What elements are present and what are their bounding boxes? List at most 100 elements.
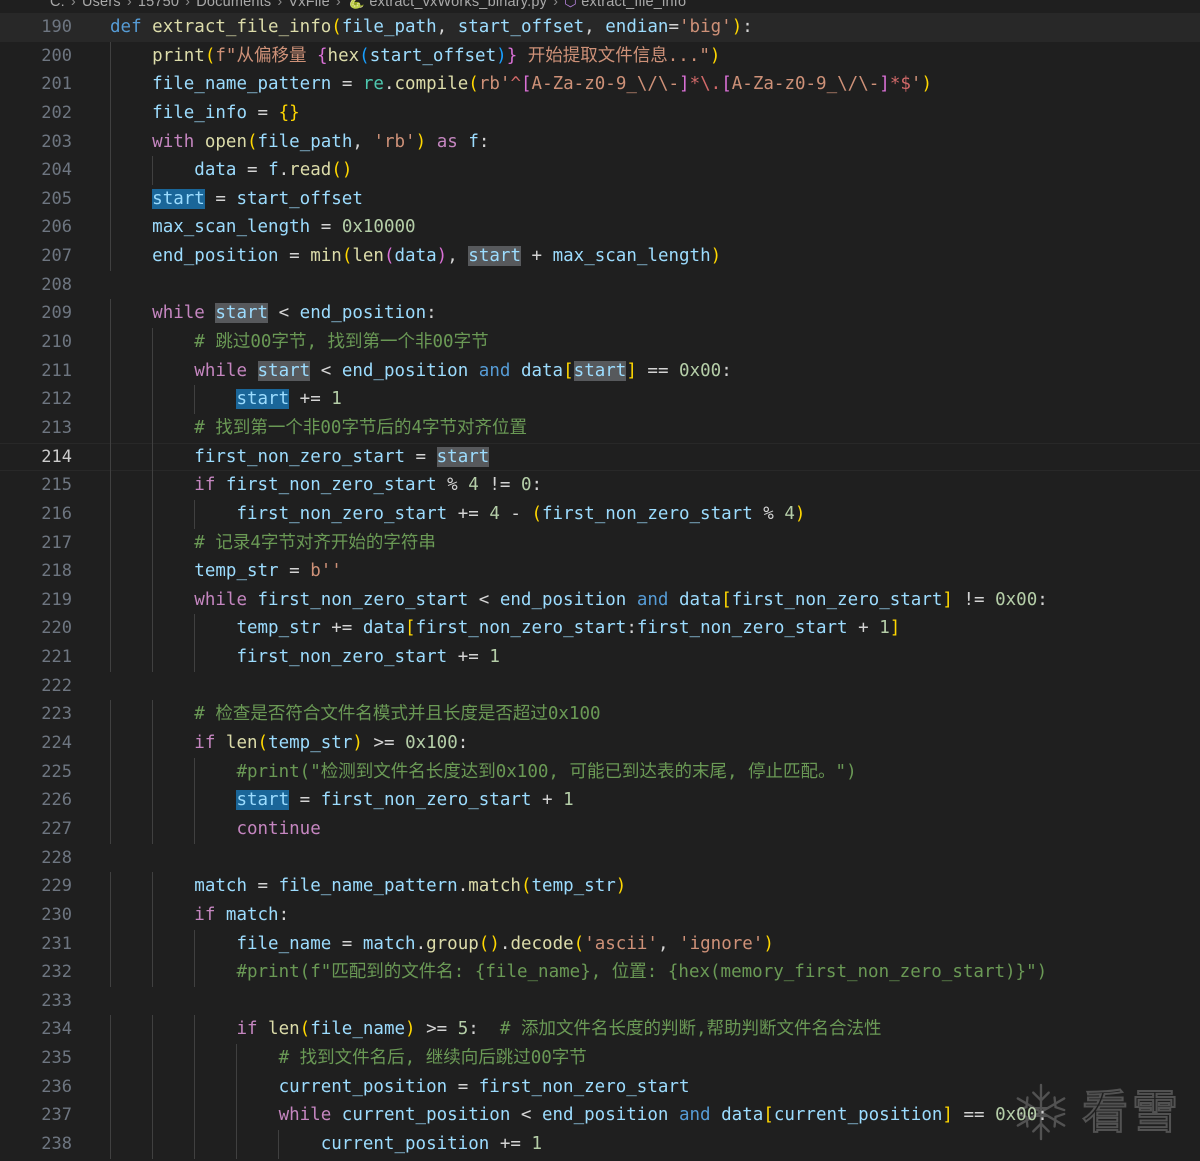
code-text: with open(file_path, 'rb') as f: xyxy=(110,128,489,157)
code-token: = xyxy=(278,246,311,267)
line-number: 221 xyxy=(41,647,72,668)
code-token: . xyxy=(457,876,469,897)
code-token: re xyxy=(362,74,384,95)
code-line[interactable]: 204 data = f.read() xyxy=(0,156,1200,185)
code-line[interactable]: 231 file_name = match.group().decode('as… xyxy=(0,929,1200,959)
code-token: : xyxy=(1037,589,1048,610)
code-token: ( xyxy=(341,246,353,267)
code-token: while xyxy=(152,303,216,324)
code-line[interactable]: 201 file_name_pattern = re.compile(rb'^[… xyxy=(0,70,1200,99)
breadcrumb-item[interactable]: Documents xyxy=(196,0,271,10)
code-line[interactable]: 216 first_non_zero_start += 4 - (first_n… xyxy=(0,499,1200,529)
line-number: 233 xyxy=(41,990,72,1011)
code-line[interactable]: 219 while first_non_zero_start < end_pos… xyxy=(0,585,1200,615)
code-line[interactable]: 227 continue xyxy=(0,814,1200,844)
line-number: 207 xyxy=(41,246,72,267)
code-line[interactable]: 207 end_position = min(len(data), start … xyxy=(0,242,1200,271)
code-token: ( xyxy=(247,131,258,152)
code-line[interactable]: 229 match = file_name_pattern.match(temp… xyxy=(0,872,1200,901)
breadcrumb-item[interactable]: extract_vxWorks_binary.py xyxy=(369,0,547,10)
code-line[interactable]: 202 file_info = {} xyxy=(0,98,1200,128)
breadcrumb-item[interactable]: extract_file_info xyxy=(581,0,686,10)
breadcrumb-item[interactable]: C: xyxy=(50,0,65,10)
code-token: A-Za-z0-9_\/\- xyxy=(531,74,680,95)
line-number: 225 xyxy=(41,761,72,782)
code-line[interactable]: 206 max_scan_length = 0x10000 xyxy=(0,213,1200,243)
code-line[interactable]: 225 #print("检测到文件名长度达到0x100, 可能已到达表的末尾, … xyxy=(0,757,1200,787)
code-token: first_non_zero_start xyxy=(257,589,469,610)
code-line[interactable]: 228 xyxy=(0,844,1200,873)
code-token: ) xyxy=(763,933,774,954)
code-token: start_offset xyxy=(457,17,585,37)
code-token: group xyxy=(426,933,479,954)
breadcrumb[interactable]: C: › Users › 15750 › Documents › VxFile › 🐍 extrac… xyxy=(0,0,1200,13)
line-number: 213 xyxy=(41,417,72,438)
code-line[interactable]: 214 first_non_zero_start = start xyxy=(0,442,1200,472)
line-number: 201 xyxy=(41,74,72,95)
code-token: ( xyxy=(468,74,479,95)
code-token: += xyxy=(447,647,490,668)
code-token: ) xyxy=(436,246,448,267)
code-token: 1 xyxy=(563,790,574,811)
code-line[interactable]: 190 def extract_file_info(file_path, star… xyxy=(0,13,1200,42)
code-line[interactable]: 209 while start < end_position: xyxy=(0,299,1200,329)
code-token: = xyxy=(668,17,680,37)
code-line[interactable]: 233 xyxy=(0,987,1200,1016)
line-number: 215 xyxy=(41,475,72,496)
code-line[interactable]: 236 current_position = first_non_zero_st… xyxy=(0,1072,1200,1102)
code-token: file_name_pattern xyxy=(278,876,458,897)
code-token: [ xyxy=(563,360,574,381)
code-token: ] xyxy=(889,618,901,639)
code-line[interactable]: 211 while start < end_position and data[… xyxy=(0,356,1200,386)
code-line[interactable]: 238 current_position += 1 xyxy=(0,1129,1200,1159)
code-token: temp_str xyxy=(194,561,279,582)
code-line[interactable]: 218 temp_str = b'' xyxy=(0,557,1200,586)
breadcrumb-separator: › xyxy=(553,0,559,10)
line-number: 204 xyxy=(41,160,72,181)
code-text: # 记录4字节对齐开始的字符串 xyxy=(110,529,436,558)
code-text: # 检查是否符合文件名模式并且长度是否超过0x100 xyxy=(110,700,600,729)
code-line[interactable]: 210 # 跳过00字节, 找到第一个非00字节 xyxy=(0,328,1200,357)
code-line[interactable]: 223 # 检查是否符合文件名模式并且长度是否超过0x100 xyxy=(0,700,1200,730)
code-line[interactable]: 237 while current_position < end_positio… xyxy=(0,1101,1200,1130)
code-line[interactable]: 217 # 记录4字节对齐开始的字符串 xyxy=(0,528,1200,558)
code-line[interactable]: 212 start += 1 xyxy=(0,385,1200,414)
code-text: print(f"从偏移量 {hex(start_offset)} 开始提取文件信… xyxy=(110,42,720,71)
code-token: = xyxy=(204,188,237,209)
line-number: 236 xyxy=(41,1076,72,1097)
line-number: 227 xyxy=(41,818,72,839)
code-token: first_non_zero_start xyxy=(320,790,532,811)
code-token: 4 xyxy=(489,503,500,524)
code-line[interactable]: 224 if len(temp_str) >= 0x100: xyxy=(0,729,1200,758)
breadcrumb-item[interactable]: VxFile xyxy=(288,0,330,10)
code-token: : xyxy=(478,131,490,152)
code-line[interactable]: 232 #print(f"匹配到的文件名: {file_name}, 位置: {… xyxy=(0,958,1200,987)
code-token: ) xyxy=(731,17,743,37)
breadcrumb-item[interactable]: Users xyxy=(82,0,121,10)
code-line[interactable]: 226 start = first_non_zero_start + 1 xyxy=(0,786,1200,815)
code-line[interactable]: 220 temp_str += data[first_non_zero_star… xyxy=(0,614,1200,644)
code-token: extract_file_info xyxy=(152,17,332,37)
code-line[interactable]: 235 # 找到文件名后, 继续向后跳过00字节 xyxy=(0,1044,1200,1073)
code-token: file_name xyxy=(236,933,332,954)
code-text: def extract_file_info(file_path, start_o… xyxy=(110,13,753,42)
code-line[interactable]: 208 xyxy=(0,271,1200,300)
code-line[interactable]: 200 print(f"从偏移量 {hex(start_offset)} 开始提… xyxy=(0,41,1200,71)
code-line[interactable]: 213 # 找到第一个非00字节后的4字节对齐位置 xyxy=(0,413,1200,443)
code-line[interactable]: 230 if match: xyxy=(0,900,1200,930)
code-line[interactable]: 234 if len(file_name) >= 5: # 添加文件名长度的判断… xyxy=(0,1015,1200,1045)
code-line[interactable]: 221 first_non_zero_start += 1 xyxy=(0,643,1200,672)
breadcrumb-item[interactable]: 15750 xyxy=(138,0,179,10)
code-token: = xyxy=(246,102,279,123)
code-token: match xyxy=(194,876,247,897)
code-token: + xyxy=(520,246,553,267)
code-token: match xyxy=(225,904,279,925)
code-token: if xyxy=(194,733,226,754)
code-line[interactable]: 205 start = start_offset xyxy=(0,184,1200,214)
code-token: end_position xyxy=(499,589,627,610)
code-editor[interactable]: 190 def extract_file_info(file_path, star… xyxy=(0,13,1200,1161)
code-text: start += 1 xyxy=(110,385,342,414)
code-line[interactable]: 215 if first_non_zero_start % 4 != 0: xyxy=(0,471,1200,500)
code-line[interactable]: 203 with open(file_path, 'rb') as f: xyxy=(0,127,1200,157)
code-line[interactable]: 222 xyxy=(0,672,1200,701)
